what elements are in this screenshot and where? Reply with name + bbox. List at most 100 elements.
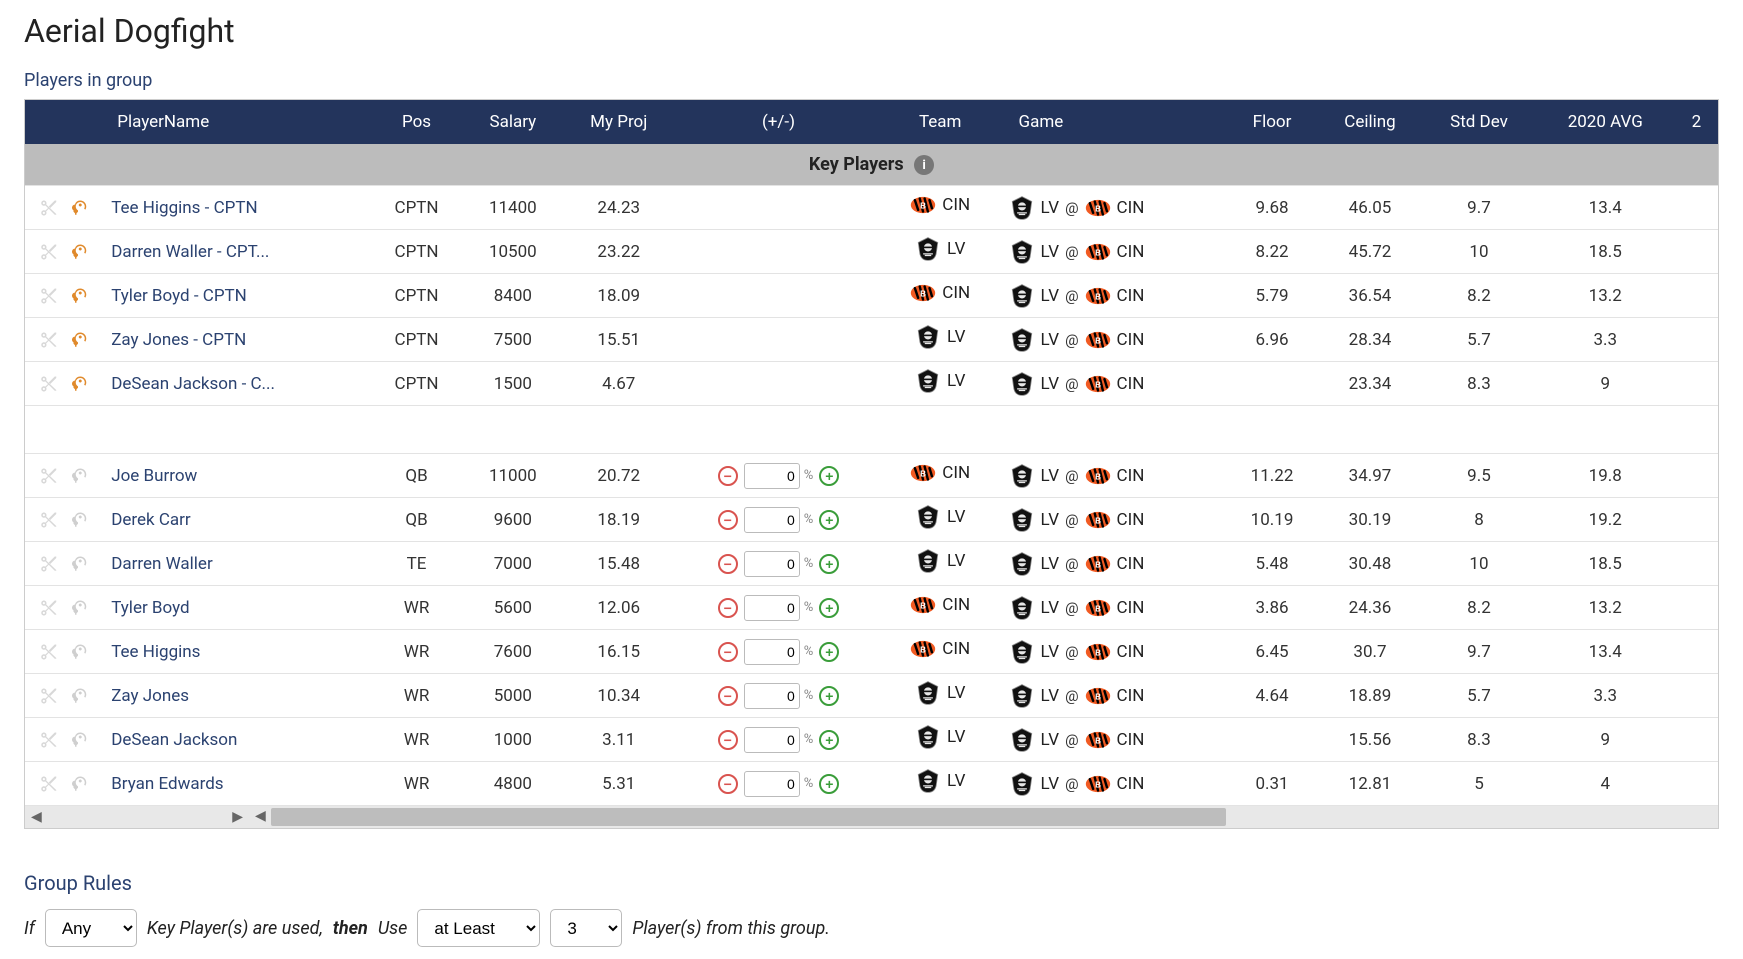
proj-cell: 15.51 [562, 318, 675, 362]
col-proj[interactable]: My Proj [562, 100, 675, 144]
key-icon[interactable] [65, 330, 91, 350]
col-floor[interactable]: Floor [1226, 100, 1318, 144]
col-pos[interactable]: Pos [370, 100, 464, 144]
col-extra[interactable]: 2 [1675, 100, 1718, 144]
decrease-button[interactable]: − [718, 510, 738, 530]
adjustment-input[interactable] [744, 771, 800, 797]
key-icon[interactable] [65, 466, 91, 486]
key-icon[interactable] [65, 686, 91, 706]
info-icon[interactable]: i [914, 155, 934, 175]
player-link[interactable]: DeSean Jackson - C... [111, 374, 275, 394]
atleast-select[interactable]: at Least [417, 909, 540, 947]
col-salary[interactable]: Salary [463, 100, 562, 144]
decrease-button[interactable]: − [718, 642, 738, 662]
key-icon[interactable] [65, 374, 91, 394]
table-scrollbar[interactable]: ◀ ▶ ◀ [25, 806, 1718, 828]
decrease-button[interactable]: − [718, 554, 738, 574]
col-game[interactable]: Game [999, 100, 1227, 144]
key-icon[interactable] [65, 510, 91, 530]
adjustment-input[interactable] [744, 727, 800, 753]
cut-icon[interactable] [35, 686, 61, 706]
increase-button[interactable]: + [819, 774, 839, 794]
percent-label: % [804, 644, 814, 659]
cut-icon[interactable] [35, 774, 61, 794]
adjustment-input[interactable] [744, 639, 800, 665]
key-icon[interactable] [65, 730, 91, 750]
increase-button[interactable]: + [819, 510, 839, 530]
cut-icon[interactable] [35, 598, 61, 618]
col-ceiling[interactable]: Ceiling [1318, 100, 1422, 144]
player-link[interactable]: Derek Carr [111, 510, 190, 530]
player-link[interactable]: Tee Higgins [111, 642, 200, 662]
player-link[interactable]: Zay Jones [111, 686, 189, 706]
player-link[interactable]: Darren Waller [111, 554, 213, 574]
adjustment-input[interactable] [744, 507, 800, 533]
key-icon[interactable] [65, 198, 91, 218]
decrease-button[interactable]: − [718, 466, 738, 486]
adjustment-input[interactable] [744, 551, 800, 577]
col-adj[interactable]: (+/-) [675, 100, 882, 144]
adjustment-input[interactable] [744, 683, 800, 709]
pos-cell: CPTN [370, 274, 464, 318]
col-avg[interactable]: 2020 AVG [1536, 100, 1675, 144]
svg-text:B: B [1095, 780, 1101, 789]
avg-cell: 19.8 [1536, 454, 1675, 498]
increase-button[interactable]: + [819, 598, 839, 618]
key-icon[interactable] [65, 642, 91, 662]
floor-cell: 9.68 [1226, 186, 1318, 230]
floor-cell: 5.48 [1226, 542, 1318, 586]
any-select[interactable]: Any [45, 909, 137, 947]
player-link[interactable]: Zay Jones - CPTN [111, 330, 246, 350]
player-link[interactable]: Bryan Edwards [111, 774, 223, 794]
key-icon[interactable] [65, 774, 91, 794]
cut-icon[interactable] [35, 730, 61, 750]
then-label: then [333, 918, 368, 939]
increase-button[interactable]: + [819, 554, 839, 574]
cut-icon[interactable] [35, 286, 61, 306]
svg-text:B: B [1095, 292, 1101, 301]
cut-icon[interactable] [35, 330, 61, 350]
scroll-left-arrow[interactable]: ◀ [31, 809, 42, 825]
decrease-button[interactable]: − [718, 686, 738, 706]
cut-icon[interactable] [35, 466, 61, 486]
increase-button[interactable]: + [819, 642, 839, 662]
player-link[interactable]: Tyler Boyd - CPTN [111, 286, 247, 306]
scroll-right-arrow-1[interactable]: ▶ [232, 809, 243, 825]
salary-cell: 7500 [463, 318, 562, 362]
increase-button[interactable]: + [819, 686, 839, 706]
key-icon[interactable] [65, 286, 91, 306]
decrease-button[interactable]: − [718, 730, 738, 750]
col-team[interactable]: Team [882, 100, 999, 144]
increase-button[interactable]: + [819, 730, 839, 750]
cut-icon[interactable] [35, 554, 61, 574]
increase-button[interactable]: + [819, 466, 839, 486]
col-stddev[interactable]: Std Dev [1422, 100, 1536, 144]
count-select[interactable]: 3 [550, 909, 622, 947]
table-row: Darren Waller TE 7000 15.48 − % + LV LV … [25, 542, 1718, 586]
key-icon[interactable] [65, 598, 91, 618]
scroll-thumb[interactable] [271, 808, 1226, 826]
percent-label: % [804, 468, 814, 483]
decrease-button[interactable]: − [718, 598, 738, 618]
player-link[interactable]: Joe Burrow [111, 466, 197, 486]
scroll-left-arrow-2[interactable]: ◀ [255, 808, 266, 824]
cut-icon[interactable] [35, 642, 61, 662]
game-cell: LV @ BCIN [1009, 327, 1217, 353]
svg-text:B: B [920, 470, 926, 479]
proj-cell: 10.34 [562, 674, 675, 718]
cut-icon[interactable] [35, 510, 61, 530]
cut-icon[interactable] [35, 198, 61, 218]
adjustment-input[interactable] [744, 463, 800, 489]
col-playername[interactable]: PlayerName [101, 100, 370, 144]
player-link[interactable]: Tyler Boyd [111, 598, 189, 618]
cut-icon[interactable] [35, 242, 61, 262]
adjustment-input[interactable] [744, 595, 800, 621]
cut-icon[interactable] [35, 374, 61, 394]
player-link[interactable]: Tee Higgins - CPTN [111, 198, 257, 218]
key-icon[interactable] [65, 554, 91, 574]
stddev-cell: 10 [1422, 542, 1536, 586]
decrease-button[interactable]: − [718, 774, 738, 794]
player-link[interactable]: Darren Waller - CPT... [111, 242, 269, 262]
player-link[interactable]: DeSean Jackson [111, 730, 237, 750]
key-icon[interactable] [65, 242, 91, 262]
